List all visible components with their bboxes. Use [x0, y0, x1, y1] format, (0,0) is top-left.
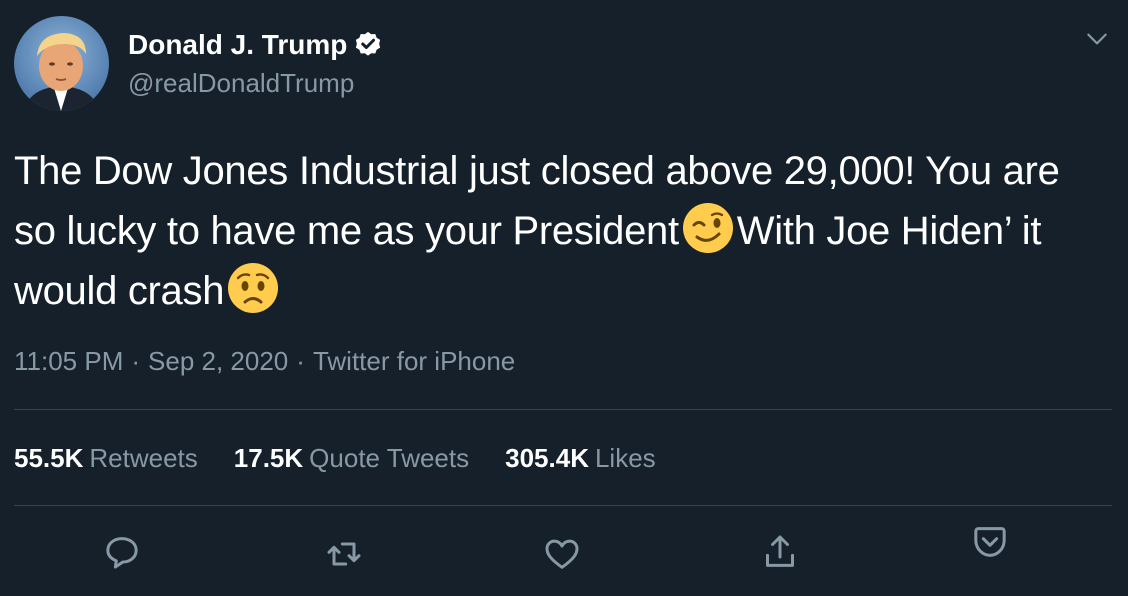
divider [14, 505, 1112, 506]
quote-tweets-count: 17.5K [233, 443, 304, 473]
tweet-metadata: 11:05 PM · Sep 2, 2020 · Twitter for iPhone [14, 343, 515, 379]
like-icon[interactable] [542, 534, 582, 574]
retweets-count: 55.5K [14, 443, 84, 473]
retweets-stat[interactable]: 55.5K Retweets [14, 440, 198, 476]
likes-stat[interactable]: 305.4K Likes [505, 440, 656, 476]
tweet-stats: 55.5K Retweets 17.5K Quote Tweets 305.4K Li… [14, 440, 656, 476]
likes-label: Likes [594, 443, 656, 473]
tweet-card: Donald J. Trump @realDonaldTrump The Dow… [0, 0, 1128, 596]
share-icon[interactable] [760, 532, 800, 572]
reply-icon[interactable] [102, 532, 142, 572]
worried-face-emoji-icon [226, 261, 280, 315]
tweet-time[interactable]: 11:05 PM [14, 346, 123, 376]
chevron-down-icon[interactable] [1084, 26, 1110, 52]
likes-count: 305.4K [505, 443, 589, 473]
display-name-text: Donald J. Trump [128, 29, 348, 60]
tweet-text: The Dow Jones Industrial just closed abo… [14, 142, 1109, 321]
analytics-icon[interactable] [970, 522, 1010, 562]
winking-face-emoji-icon [681, 201, 735, 255]
quote-tweets-label: Quote Tweets [309, 443, 470, 473]
retweets-label: Retweets [89, 443, 198, 473]
tweet-date[interactable]: Sep 2, 2020 [148, 346, 288, 376]
action-bar [0, 527, 1128, 588]
divider [14, 409, 1112, 410]
tweet-source[interactable]: Twitter for iPhone [313, 346, 515, 376]
verified-badge-icon [353, 30, 383, 60]
separator-dot: · [131, 346, 141, 376]
quote-tweets-stat[interactable]: 17.5K Quote Tweets [234, 440, 469, 476]
user-handle[interactable]: @realDonaldTrump [128, 68, 354, 98]
display-name[interactable]: Donald J. Trump [128, 28, 383, 62]
retweet-icon[interactable] [324, 534, 364, 574]
avatar[interactable] [14, 16, 109, 111]
separator-dot: · [296, 346, 305, 376]
